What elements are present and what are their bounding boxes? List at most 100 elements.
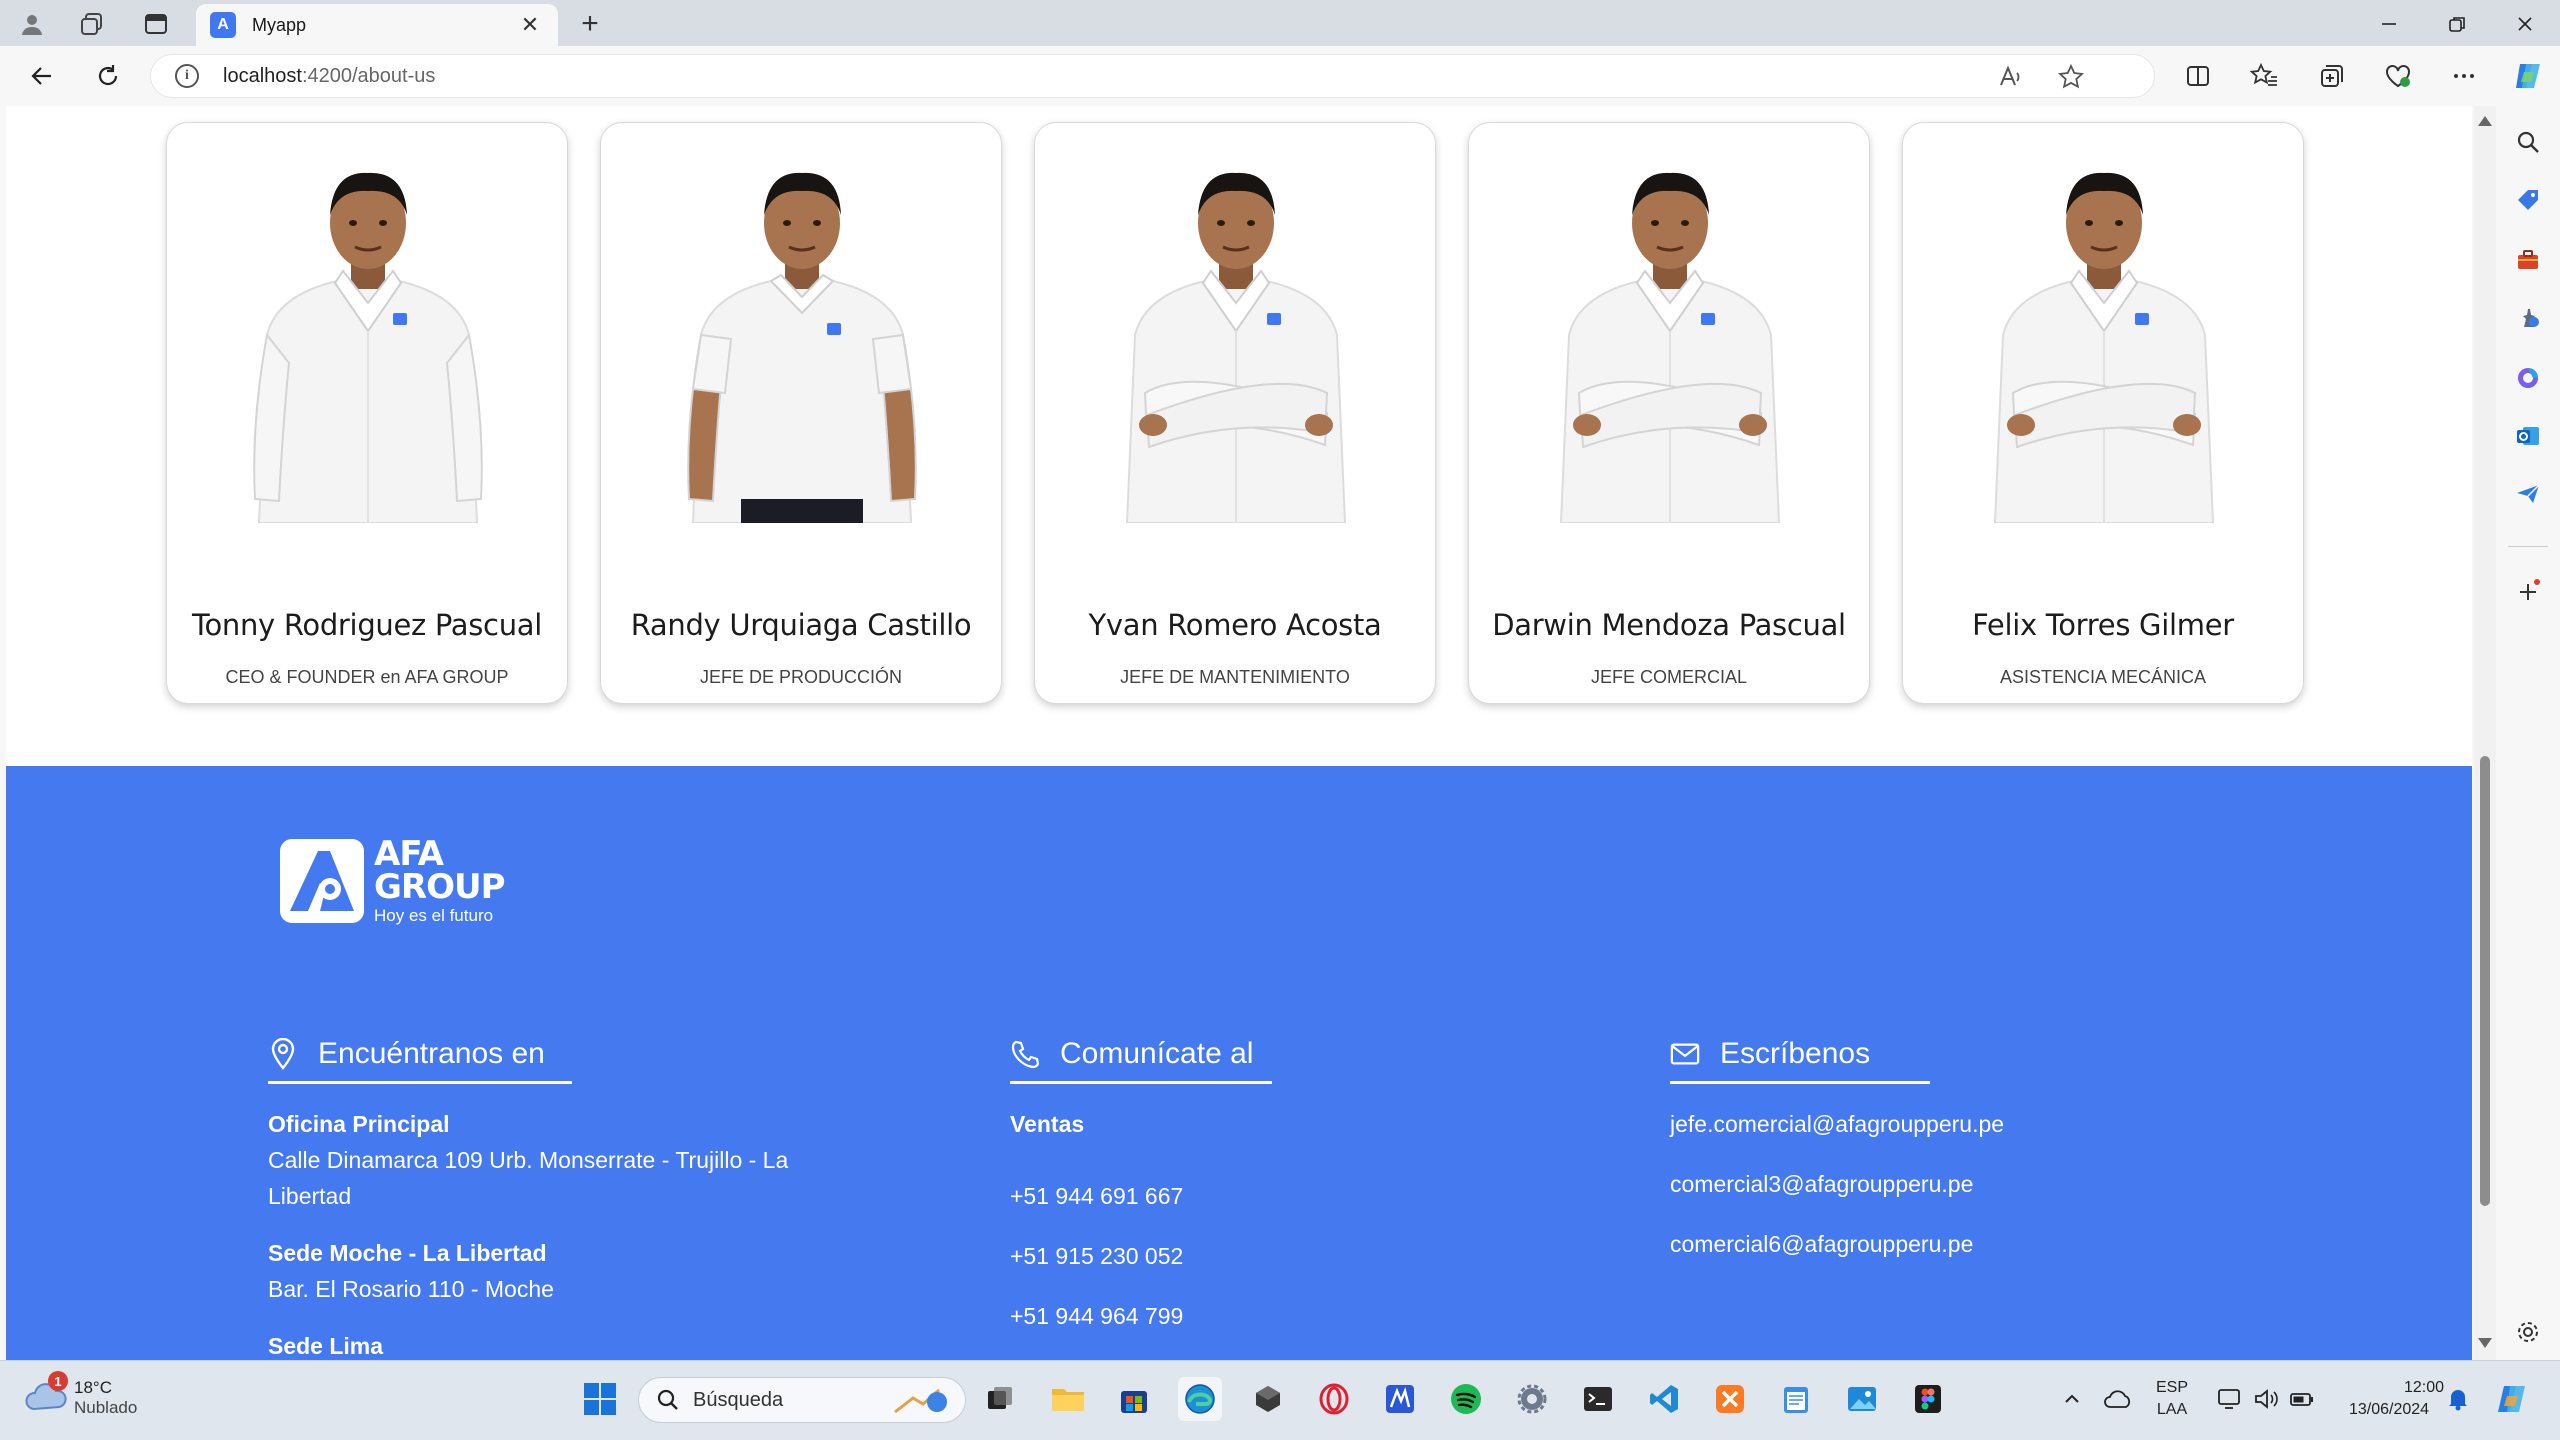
browser-essentials-button[interactable]	[2376, 56, 2420, 96]
copilot-button[interactable]	[2506, 56, 2550, 96]
vscode-button[interactable]	[1642, 1377, 1686, 1421]
plus-icon	[2520, 579, 2540, 600]
afa-group-logo[interactable]: AFA GROUP Hoy es el futuro	[280, 837, 506, 924]
edge-icon	[1185, 1384, 1215, 1414]
team-member-photo	[1993, 172, 2215, 523]
figma-icon	[1915, 1385, 1941, 1413]
sidebar-tools-button[interactable]	[2510, 242, 2546, 278]
read-aloud-icon	[2000, 65, 2020, 86]
notepad-button[interactable]	[1774, 1377, 1818, 1421]
close-window-button[interactable]	[2492, 4, 2558, 44]
scroll-down-arrow-icon[interactable]	[2478, 1338, 2492, 1348]
paper-plane-icon	[2517, 484, 2540, 503]
ms-store-button[interactable]	[1112, 1377, 1156, 1421]
emails-heading: Escríbenos	[1670, 1034, 1930, 1084]
sidebar-outlook-button[interactable]	[2510, 418, 2546, 454]
app-cube-button[interactable]	[1246, 1377, 1290, 1421]
task-view-button[interactable]	[978, 1377, 1022, 1421]
email-link[interactable]: comercial6@afagroupperu.pe	[1670, 1226, 2190, 1262]
favorites-button[interactable]	[2242, 56, 2286, 96]
onedrive-button[interactable]	[2096, 1377, 2140, 1421]
weather-widget[interactable]: 1 18°C Nublado	[24, 1371, 138, 1421]
office-moche-address: Bar. El Rosario 110 - Moche	[268, 1276, 554, 1302]
copilot-taskbar-button[interactable]	[2490, 1377, 2534, 1421]
mail-icon	[1670, 1037, 1700, 1071]
email-link[interactable]: jefe.comercial@afagroupperu.pe	[1670, 1106, 2190, 1142]
active-tab[interactable]: A Myapp ✕	[196, 4, 558, 46]
address-bar[interactable]: i localhost:4200/about-us	[150, 54, 2155, 98]
page-viewport: Tonny Rodriguez Pascual CEO & FOUNDER en …	[0, 106, 2496, 1360]
photos-button[interactable]	[1840, 1377, 1884, 1421]
opera-icon	[1319, 1383, 1349, 1415]
read-aloud-button[interactable]	[1989, 55, 2033, 99]
file-explorer-button[interactable]	[1046, 1377, 1090, 1421]
map-pin-icon	[268, 1037, 298, 1071]
sidebar-games-button[interactable]	[2510, 300, 2546, 336]
close-icon	[2518, 17, 2532, 31]
xampp-button[interactable]	[1708, 1377, 1752, 1421]
team-member-name: Yvan Romero Acosta	[1088, 608, 1382, 642]
shopping-tag-icon	[2518, 190, 2538, 210]
phone-number[interactable]: +51 944 964 799	[1010, 1298, 1430, 1334]
clock[interactable]: 12:00 13/06/2024	[2334, 1377, 2444, 1421]
site-info-icon[interactable]: i	[175, 64, 199, 88]
email-link[interactable]: comercial3@afagroupperu.pe	[1670, 1166, 2190, 1202]
sidebar-send-button[interactable]	[2510, 476, 2546, 512]
url-text[interactable]: localhost:4200/about-us	[223, 65, 435, 88]
scroll-up-arrow-icon[interactable]	[2478, 116, 2492, 126]
weather-condition: Nublado	[74, 1398, 138, 1417]
new-tab-button[interactable]: +	[570, 6, 610, 42]
spotify-button[interactable]	[1444, 1377, 1488, 1421]
start-button[interactable]	[578, 1377, 622, 1421]
profile-button[interactable]	[8, 6, 56, 42]
page-scrollbar[interactable]	[2474, 106, 2496, 1360]
collections-button[interactable]	[2310, 56, 2354, 96]
sidebar-add-button[interactable]	[2510, 574, 2546, 610]
sidebar-divider	[2508, 546, 2548, 547]
scrollbar-thumb[interactable]	[2480, 756, 2490, 1206]
restore-button[interactable]	[2424, 4, 2490, 44]
minimize-button[interactable]	[2356, 4, 2422, 44]
team-section: Tonny Rodriguez Pascual CEO & FOUNDER en …	[166, 122, 2304, 704]
opera-button[interactable]	[1312, 1377, 1356, 1421]
back-button[interactable]	[20, 56, 64, 96]
team-member-role: JEFE DE MANTENIMIENTO	[1120, 667, 1350, 687]
footer-phones: Comunícate al Ventas +51 944 691 667 +51…	[1010, 1034, 1430, 1334]
vertical-tabs-button[interactable]	[132, 6, 180, 42]
sidebar-search-button[interactable]	[2510, 124, 2546, 160]
favorite-star-button[interactable]	[2049, 55, 2093, 99]
refresh-button[interactable]	[86, 56, 130, 96]
clock-date: 13/06/2024	[2348, 1401, 2430, 1418]
outlook-icon	[2517, 427, 2539, 445]
phone-number[interactable]: +51 944 691 667	[1010, 1178, 1430, 1214]
phone-icon	[1010, 1037, 1040, 1071]
app-ma-button[interactable]	[1378, 1377, 1422, 1421]
terminal-button[interactable]	[1576, 1377, 1620, 1421]
sidebar-m365-button[interactable]	[2510, 360, 2546, 396]
tab-close-icon[interactable]: ✕	[516, 12, 544, 38]
folder-icon	[1052, 1389, 1084, 1411]
language-indicator[interactable]: ESP LAA	[2156, 1377, 2188, 1421]
team-member-name: Felix Torres Gilmer	[1972, 608, 2234, 642]
tray-overflow-button[interactable]	[2050, 1377, 2094, 1421]
phone-number[interactable]: +51 915 230 052	[1010, 1238, 1430, 1274]
workspaces-button[interactable]	[68, 6, 116, 42]
store-icon	[1121, 1391, 1147, 1413]
weather-badge: 1	[48, 1371, 68, 1391]
more-menu-button[interactable]	[2442, 56, 2486, 96]
tab-strip: A Myapp ✕ +	[0, 0, 2560, 46]
split-screen-button[interactable]	[2176, 56, 2220, 96]
minimize-icon	[2382, 23, 2396, 25]
collections-icon	[2321, 65, 2343, 87]
team-member-card: Randy Urquiaga Castillo JEFE DE PRODUCCIÓ…	[600, 122, 1002, 704]
edge-taskbar-button[interactable]	[1178, 1377, 1222, 1421]
terminal-icon	[1584, 1387, 1612, 1411]
taskbar-search[interactable]: Búsqueda	[638, 1377, 966, 1423]
notifications-button[interactable]	[2436, 1377, 2480, 1421]
sidebar-shopping-button[interactable]	[2510, 182, 2546, 218]
site-footer: AFA GROUP Hoy es el futuro Encuéntranos …	[6, 766, 2472, 1360]
battery-button[interactable]	[2280, 1377, 2324, 1421]
figma-button[interactable]	[1906, 1377, 1950, 1421]
sidebar-settings-button[interactable]	[2510, 1314, 2546, 1350]
settings-app-button[interactable]	[1510, 1377, 1554, 1421]
